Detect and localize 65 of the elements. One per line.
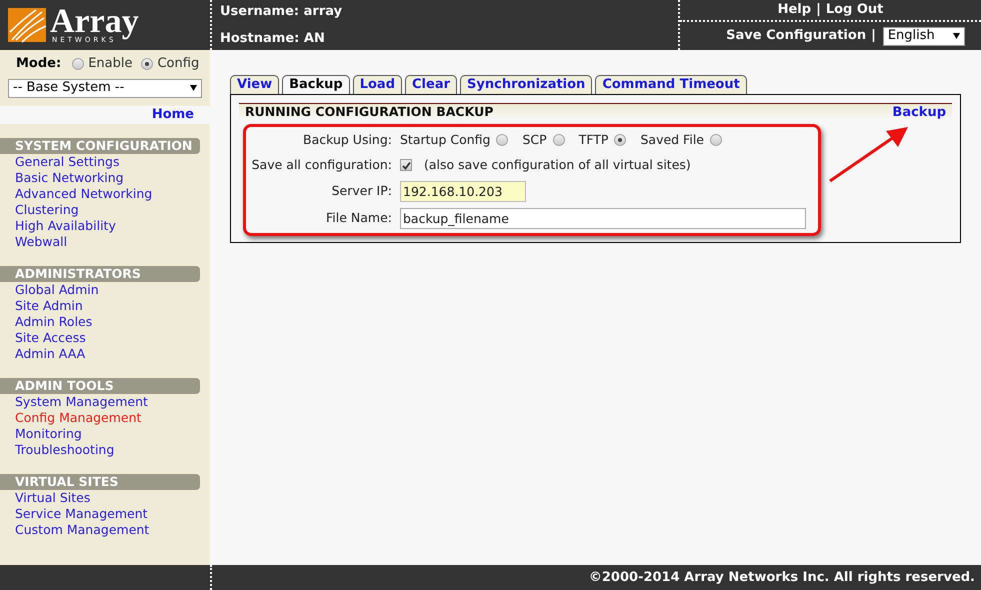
tab[interactable]: View bbox=[230, 75, 280, 94]
caret-icon bbox=[952, 33, 960, 39]
sidebar-link[interactable]: Admin Roles bbox=[0, 314, 210, 330]
section-header: ADMINISTRATORS bbox=[0, 266, 200, 282]
mode-label: Mode: bbox=[16, 55, 62, 73]
tab[interactable]: Load bbox=[352, 75, 402, 94]
caret-icon bbox=[190, 85, 197, 91]
sidebar-link[interactable]: Monitoring bbox=[0, 426, 210, 442]
option-label: Startup Config bbox=[400, 131, 490, 149]
mode-option-label: Config bbox=[157, 55, 200, 73]
checkbox[interactable] bbox=[400, 159, 412, 172]
sidebar-link[interactable]: Advanced Networking bbox=[0, 186, 210, 202]
option-label: TFTP bbox=[578, 131, 608, 149]
copyright-text: ©2000-2014 Array Networks Inc. All rights reserved. bbox=[588, 568, 975, 587]
tab[interactable]: Command Timeout bbox=[595, 75, 747, 94]
sidebar-link[interactable]: Admin AAA bbox=[0, 346, 210, 362]
username-text: Username: array bbox=[220, 2, 344, 20]
radio-button[interactable] bbox=[710, 134, 722, 146]
section-header: SYSTEM CONFIGURATION bbox=[0, 138, 200, 154]
section-header: VIRTUAL SITES bbox=[0, 474, 200, 490]
sidebar-link[interactable]: Troubleshooting bbox=[0, 442, 210, 458]
option-label: SCP bbox=[522, 131, 547, 149]
panel-title: RUNNING CONFIGURATION BACKUP bbox=[245, 103, 494, 122]
sidebar-link[interactable]: High Availability bbox=[0, 218, 210, 234]
field-label: Save all configuration: bbox=[250, 156, 392, 174]
sidebar-link[interactable]: Site Access bbox=[0, 330, 210, 346]
radio-button[interactable] bbox=[496, 134, 508, 146]
backup-link[interactable]: Backup bbox=[892, 102, 946, 122]
sidebar-link[interactable]: Custom Management bbox=[0, 522, 210, 538]
sidebar-link[interactable]: Clustering bbox=[0, 202, 210, 218]
radio-button[interactable] bbox=[552, 134, 565, 146]
radio-button[interactable] bbox=[72, 58, 84, 70]
separator-text: | bbox=[816, 1, 821, 20]
field-label: Server IP: bbox=[330, 182, 392, 200]
hostname-text: Hostname: AN bbox=[220, 30, 326, 48]
file-name-field[interactable]: backup_filename bbox=[400, 208, 806, 228]
field-label: Backup Using: bbox=[302, 131, 392, 149]
section-header: ADMIN TOOLS bbox=[0, 378, 200, 394]
tab[interactable]: Clear bbox=[405, 75, 458, 94]
sidebar-link[interactable]: Basic Networking bbox=[0, 170, 210, 186]
save-configuration-link[interactable]: Save Configuration bbox=[726, 26, 866, 46]
sidebar-link[interactable]: Virtual Sites bbox=[0, 490, 210, 506]
radio-button[interactable] bbox=[614, 134, 626, 146]
checkbox-note: (also save configuration of all virtual sites) bbox=[424, 156, 691, 174]
option-label: Saved File bbox=[640, 131, 704, 149]
sidebar-link[interactable]: Global Admin bbox=[0, 282, 210, 298]
server-ip-field[interactable]: 192.168.10.203 bbox=[400, 180, 526, 202]
context-select[interactable]: -- Base System -- bbox=[8, 78, 202, 98]
tab[interactable]: Backup bbox=[282, 75, 350, 94]
arrow-icon bbox=[828, 125, 910, 185]
sidebar-link[interactable]: System Management bbox=[0, 394, 210, 410]
header-link[interactable]: Log Out bbox=[826, 0, 884, 20]
separator-text: | bbox=[871, 27, 876, 46]
field-label: File Name: bbox=[325, 208, 392, 227]
language-select[interactable]: English bbox=[882, 26, 965, 46]
logo-icon bbox=[8, 6, 46, 44]
sidebar-link[interactable]: Site Admin bbox=[0, 298, 210, 314]
mode-option-label: Enable bbox=[88, 55, 132, 73]
tab[interactable]: Synchronization bbox=[460, 75, 592, 94]
check-icon bbox=[402, 160, 410, 170]
sidebar-link[interactable]: General Settings bbox=[0, 154, 210, 170]
radio-button[interactable] bbox=[141, 58, 154, 70]
sidebar-link[interactable]: Webwall bbox=[0, 234, 210, 250]
sidebar-link[interactable]: Service Management bbox=[0, 506, 210, 522]
header-link[interactable]: Help bbox=[778, 0, 812, 20]
